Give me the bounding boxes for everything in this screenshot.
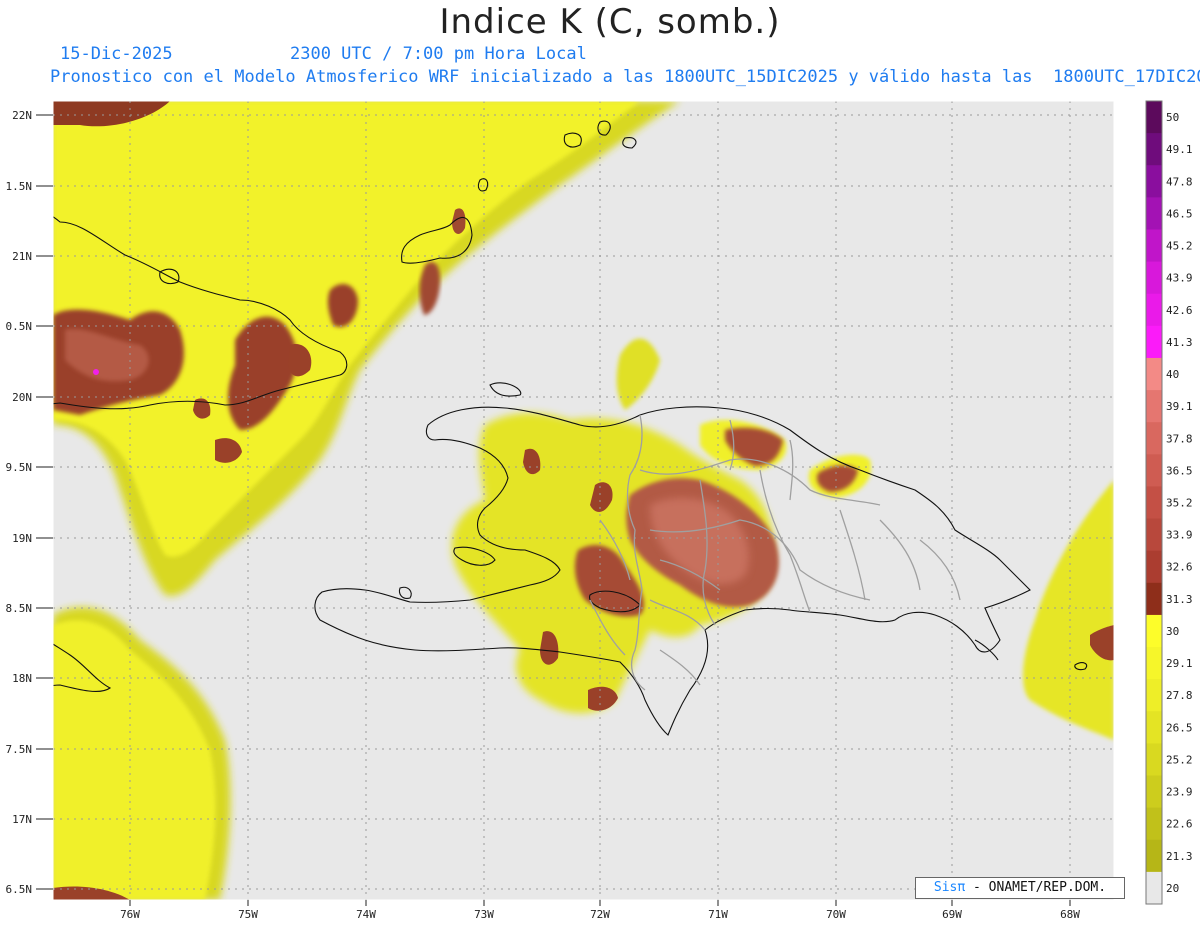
legend-label: 32.6 (1166, 561, 1193, 574)
color-legend: 50 49.1 47.8 46.5 45.2 43.9 42.6 41.3 40 39.1 37.8… (1145, 100, 1193, 905)
legend-label: 50 (1166, 111, 1179, 124)
legend-label: 46.5 (1166, 207, 1193, 220)
legend-swatch (1146, 357, 1162, 391)
lon-label: 70W (826, 908, 846, 921)
legend-label: 29.1 (1166, 657, 1193, 670)
lon-label: 69W (942, 908, 962, 921)
legend-swatch (1146, 454, 1162, 487)
legend-swatch (1146, 422, 1162, 455)
legend-swatch (1146, 325, 1162, 359)
legend-label: 33.9 (1166, 529, 1193, 542)
sispi-logo: Sisπ (933, 880, 966, 895)
lon-label: 76W (120, 908, 140, 921)
legend-label: 47.8 (1166, 175, 1193, 188)
legend-label: 27.8 (1166, 689, 1193, 702)
legend-label: 22.6 (1166, 818, 1193, 831)
legend-swatch (1146, 871, 1162, 905)
legend-swatch (1146, 711, 1162, 744)
legend-label: 36.5 (1166, 464, 1193, 477)
legend-swatch (1146, 679, 1162, 712)
credit-text: - ONAMET/REP.DOM. (973, 880, 1107, 895)
lat-label: 22N (12, 109, 32, 122)
lat-label: 8.5N (6, 602, 33, 615)
legend-label: 43.9 (1166, 272, 1193, 285)
legend-swatch (1146, 486, 1162, 520)
legend-label: 25.2 (1166, 753, 1193, 766)
legend-swatch (1146, 743, 1162, 777)
legend-swatch (1146, 133, 1162, 166)
lon-label: 68W (1060, 908, 1080, 921)
legend-swatch (1146, 614, 1162, 648)
legend-swatch (1146, 839, 1162, 873)
lat-label: 6.5N (6, 883, 33, 896)
legend-label: 31.3 (1166, 593, 1193, 606)
legend-label: 35.2 (1166, 497, 1193, 510)
legend-label: 41.3 (1166, 336, 1193, 349)
legend-swatch (1146, 197, 1162, 230)
legend-label: 49.1 (1166, 143, 1193, 156)
legend-label: 42.6 (1166, 304, 1193, 317)
legend-swatch (1146, 807, 1162, 841)
k-index-map: 22N 1.5N 21N 0.5N 20N 9.5N 19N 8.5N 18N … (6, 100, 1193, 921)
legend-label: 21.3 (1166, 850, 1193, 863)
lon-label: 72W (590, 908, 610, 921)
legend-label: 30 (1166, 625, 1179, 638)
legend-label: 26.5 (1166, 721, 1193, 734)
longitude-axis: 76W 75W 74W 73W 72W 71W 70W 69W 68W (120, 900, 1080, 921)
legend-swatch (1146, 293, 1162, 327)
legend-label: 37.8 (1166, 432, 1193, 445)
legend-label: 45.2 (1166, 240, 1193, 253)
legend-swatch (1146, 518, 1162, 552)
lat-label: 1.5N (6, 180, 33, 193)
lon-label: 71W (708, 908, 728, 921)
lat-label: 19N (12, 532, 32, 545)
lon-label: 73W (474, 908, 494, 921)
legend-label: 20 (1166, 882, 1179, 895)
legend-swatch (1146, 647, 1162, 680)
legend-swatch (1146, 165, 1162, 198)
lon-label: 74W (356, 908, 376, 921)
lat-label: 17N (12, 813, 32, 826)
legend-swatch (1146, 582, 1162, 616)
legend-swatch (1146, 390, 1162, 423)
legend-swatch (1146, 261, 1162, 295)
legend-swatch (1146, 101, 1162, 134)
legend-label: 23.9 (1166, 786, 1193, 799)
lat-label: 7.5N (6, 743, 33, 756)
lat-label: 18N (12, 672, 32, 685)
legend-swatch (1146, 229, 1162, 263)
lat-label: 20N (12, 391, 32, 404)
lat-label: 9.5N (6, 461, 33, 474)
latitude-axis: 22N 1.5N 21N 0.5N 20N 9.5N 19N 8.5N 18N … (6, 109, 53, 896)
legend-label: 39.1 (1166, 400, 1193, 413)
credit-box: Sisπ - ONAMET/REP.DOM. (915, 877, 1125, 899)
legend-swatch (1146, 775, 1162, 809)
legend-swatch (1146, 550, 1162, 584)
lon-label: 75W (238, 908, 258, 921)
lat-label: 0.5N (6, 320, 33, 333)
legend-label: 40 (1166, 368, 1179, 381)
lat-label: 21N (12, 250, 32, 263)
